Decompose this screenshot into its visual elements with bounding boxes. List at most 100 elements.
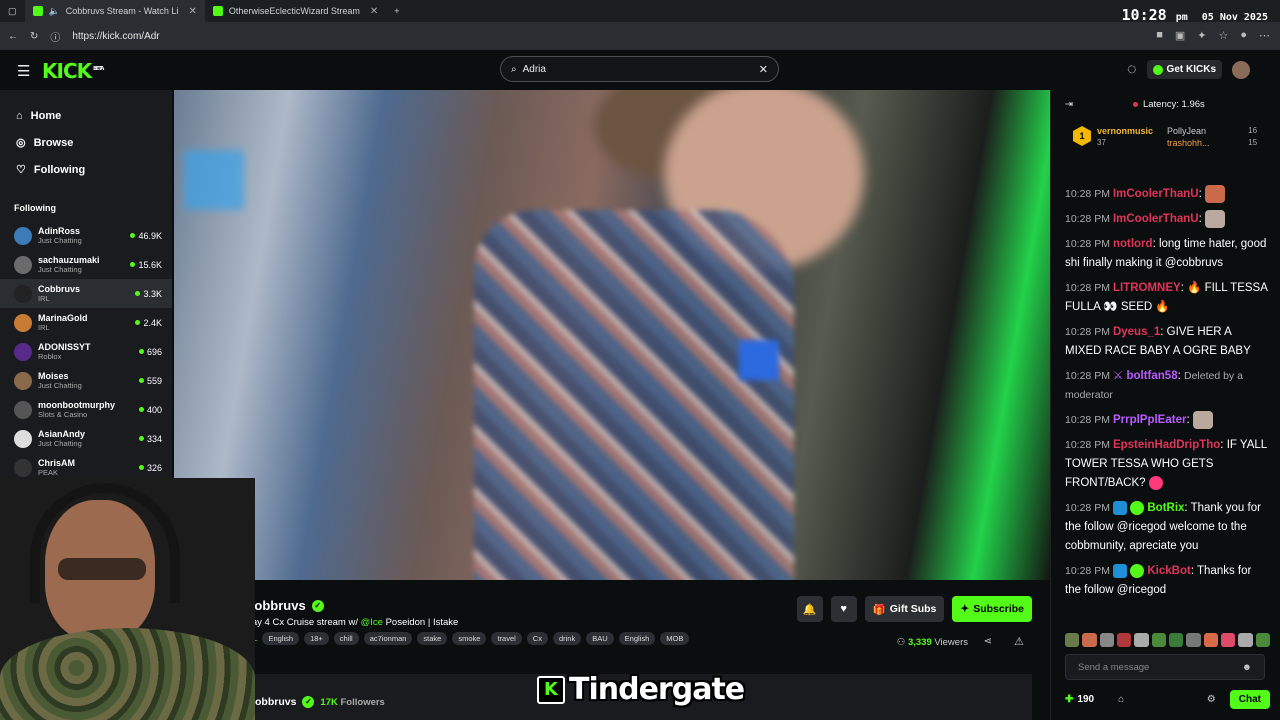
reload-icon[interactable]: ↻ bbox=[30, 31, 38, 42]
extensions-icon[interactable]: ✦ bbox=[1197, 29, 1206, 42]
chat-username[interactable]: BotRix bbox=[1147, 502, 1184, 514]
browser-menu-icon[interactable]: ▢ bbox=[0, 0, 25, 22]
emote-icon[interactable] bbox=[1099, 633, 1114, 647]
gift-icon[interactable]: ⌂ bbox=[1118, 694, 1124, 705]
browser-tab[interactable]: 🔈 Cobbruvs Stream - Watch Li ✕ bbox=[24, 0, 205, 22]
live-dot-icon bbox=[135, 291, 141, 296]
chat-username[interactable]: LITROMNEY bbox=[1113, 282, 1181, 294]
browser-tab[interactable]: OtherwiseEclecticWizard Stream ✕ bbox=[205, 0, 386, 22]
emote-icon[interactable] bbox=[1151, 633, 1166, 647]
menu-icon[interactable]: ☰ bbox=[17, 62, 30, 80]
share-icon[interactable]: ⋖ bbox=[984, 636, 992, 647]
home-icon: ⌂ bbox=[16, 109, 23, 122]
stream-tag[interactable]: English bbox=[262, 632, 300, 645]
emote-icon[interactable] bbox=[1134, 633, 1149, 647]
sidebar-item-browse[interactable]: ◎ Browse bbox=[0, 129, 172, 156]
url-field[interactable]: https://kick.com/Adr bbox=[72, 31, 159, 42]
sidebar-channel[interactable]: moonbootmurphy Slots & Casino 400 bbox=[0, 395, 172, 424]
sidebar-channel[interactable]: Cobbruvs IRL 3.3K bbox=[0, 279, 172, 308]
extension-icon[interactable]: ▣ bbox=[1175, 29, 1185, 42]
emote-icon[interactable] bbox=[1082, 633, 1097, 647]
sidebar-channel[interactable]: sachauzumaki Just Chatting 15.6K bbox=[0, 250, 172, 279]
get-kicks-button[interactable]: Get KICKs bbox=[1146, 60, 1222, 79]
new-tab-button[interactable]: + bbox=[386, 0, 407, 22]
site-info-icon[interactable]: ⓘ bbox=[50, 29, 60, 44]
chat-username[interactable]: KickBot bbox=[1147, 565, 1190, 577]
stream-tag[interactable]: ac7ionman bbox=[363, 632, 413, 645]
stream-tag[interactable]: Cx bbox=[526, 632, 548, 645]
emote-icon[interactable] bbox=[1186, 633, 1201, 647]
beta-badge: BETA bbox=[93, 66, 104, 73]
stream-tag[interactable]: stake bbox=[417, 632, 448, 645]
emote-icon[interactable] bbox=[1065, 633, 1080, 647]
extension-icon[interactable]: ■ bbox=[1156, 29, 1163, 42]
channel-meta: sachauzumaki Just Chatting bbox=[38, 255, 130, 275]
subscribe-button[interactable]: ✦ Subscribe bbox=[952, 596, 1032, 622]
profile-icon[interactable]: ● bbox=[1240, 29, 1247, 42]
back-icon[interactable]: ← bbox=[8, 31, 18, 42]
chat-username[interactable]: boltfan58 bbox=[1126, 370, 1177, 382]
stream-tag[interactable]: chill bbox=[333, 632, 359, 645]
stream-tag[interactable]: travel bbox=[491, 632, 522, 645]
speaker-icon[interactable]: 🔈 bbox=[49, 6, 60, 17]
send-chat-button[interactable]: Chat bbox=[1229, 689, 1270, 709]
channel-meta: ADONISSYT Roblox bbox=[38, 342, 139, 362]
stream-tag[interactable]: 18+ bbox=[304, 632, 329, 645]
streamer-name[interactable]: Cobbruvs ✓ bbox=[245, 598, 324, 613]
emote-icon[interactable] bbox=[1203, 633, 1218, 647]
channel-category: IRL bbox=[38, 293, 50, 303]
chat-username[interactable]: notlord bbox=[1113, 238, 1153, 250]
gift-subs-button[interactable]: 🎁 Gift Subs bbox=[864, 596, 945, 622]
chat-message-input[interactable]: Send a message ☻ bbox=[1065, 654, 1265, 680]
follow-heart-button[interactable]: ♥ bbox=[830, 596, 857, 622]
sidebar-channel[interactable]: AsianAndy Just Chatting 334 bbox=[0, 424, 172, 453]
leader-name[interactable]: vernonmusic bbox=[1097, 126, 1153, 136]
caption-text: Tindergate bbox=[569, 672, 745, 707]
channel-viewers: 2.4K bbox=[135, 318, 162, 328]
sidebar-item-home[interactable]: ⌂ Home bbox=[0, 102, 172, 129]
leader-name[interactable]: trashohh... bbox=[1167, 138, 1210, 148]
channel-name: moonbootmurphy bbox=[38, 399, 115, 410]
stream-tag[interactable]: smoke bbox=[452, 632, 487, 645]
emote-icon[interactable] bbox=[1255, 633, 1270, 647]
chat-message: 10:28 PM EpsteinHadDripTho: IF YALL TOWER… bbox=[1065, 439, 1267, 491]
kick-logo[interactable]: KICK BETA bbox=[42, 59, 104, 83]
sidebar-channel[interactable]: MarinaGold IRL 2.4K bbox=[0, 308, 172, 337]
emoji-picker-icon[interactable]: ☻ bbox=[1242, 662, 1252, 673]
stream-tag[interactable]: MOB bbox=[660, 632, 690, 645]
close-tab-icon[interactable]: ✕ bbox=[370, 6, 378, 17]
chat-username[interactable]: PrrplPplEater bbox=[1113, 414, 1187, 426]
emote-icon[interactable] bbox=[1220, 633, 1236, 647]
favorites-icon[interactable]: ☆ bbox=[1218, 29, 1228, 42]
chat-username[interactable]: EpsteinHadDripTho bbox=[1113, 439, 1220, 451]
sidebar-channel[interactable]: Moises Just Chatting 559 bbox=[0, 366, 172, 395]
stream-tag[interactable]: English bbox=[618, 632, 656, 645]
notifications-icon[interactable]: ◌ bbox=[1127, 61, 1137, 79]
leader-name[interactable]: PollyJean bbox=[1167, 126, 1206, 136]
more-icon[interactable]: ⋯ bbox=[1259, 29, 1270, 42]
chat-username[interactable]: ImCoolerThanU bbox=[1113, 188, 1199, 200]
user-avatar[interactable] bbox=[1232, 60, 1250, 79]
collapse-chat-icon[interactable]: ⇥ bbox=[1065, 99, 1073, 110]
notification-bell-button[interactable]: 🔔 bbox=[796, 596, 823, 622]
video-player[interactable] bbox=[174, 90, 1050, 580]
emote-icon[interactable] bbox=[1168, 633, 1184, 647]
live-dot-icon bbox=[130, 262, 136, 267]
chat-username[interactable]: Dyeus_1 bbox=[1113, 326, 1160, 338]
gear-icon[interactable]: ⚙ bbox=[1207, 694, 1216, 705]
search-input[interactable]: ⌕ Adria ✕ bbox=[500, 56, 779, 82]
close-tab-icon[interactable]: ✕ bbox=[188, 6, 196, 17]
sidebar-item-following[interactable]: ♡ Following bbox=[0, 156, 172, 183]
clear-search-icon[interactable]: ✕ bbox=[759, 63, 768, 76]
gift-leaderboard: 1 vernonmusic 37 PollyJean 16 trashohh...… bbox=[1051, 118, 1280, 160]
chat-username[interactable]: ImCoolerThanU bbox=[1113, 213, 1199, 225]
emote-icon[interactable] bbox=[1238, 633, 1253, 647]
title-mention[interactable]: @Ice bbox=[361, 617, 383, 628]
report-icon[interactable]: ⚠ bbox=[1014, 635, 1024, 648]
stream-tag[interactable]: drink bbox=[552, 632, 582, 645]
emote-icon[interactable] bbox=[1116, 633, 1132, 647]
sidebar-channel[interactable]: AdinRoss Just Chatting 46.9K bbox=[0, 221, 172, 250]
channel-points[interactable]: ✚ 190 bbox=[1065, 694, 1094, 705]
stream-tag[interactable]: BAU bbox=[586, 632, 614, 645]
sidebar-channel[interactable]: ADONISSYT Roblox 696 bbox=[0, 337, 172, 366]
